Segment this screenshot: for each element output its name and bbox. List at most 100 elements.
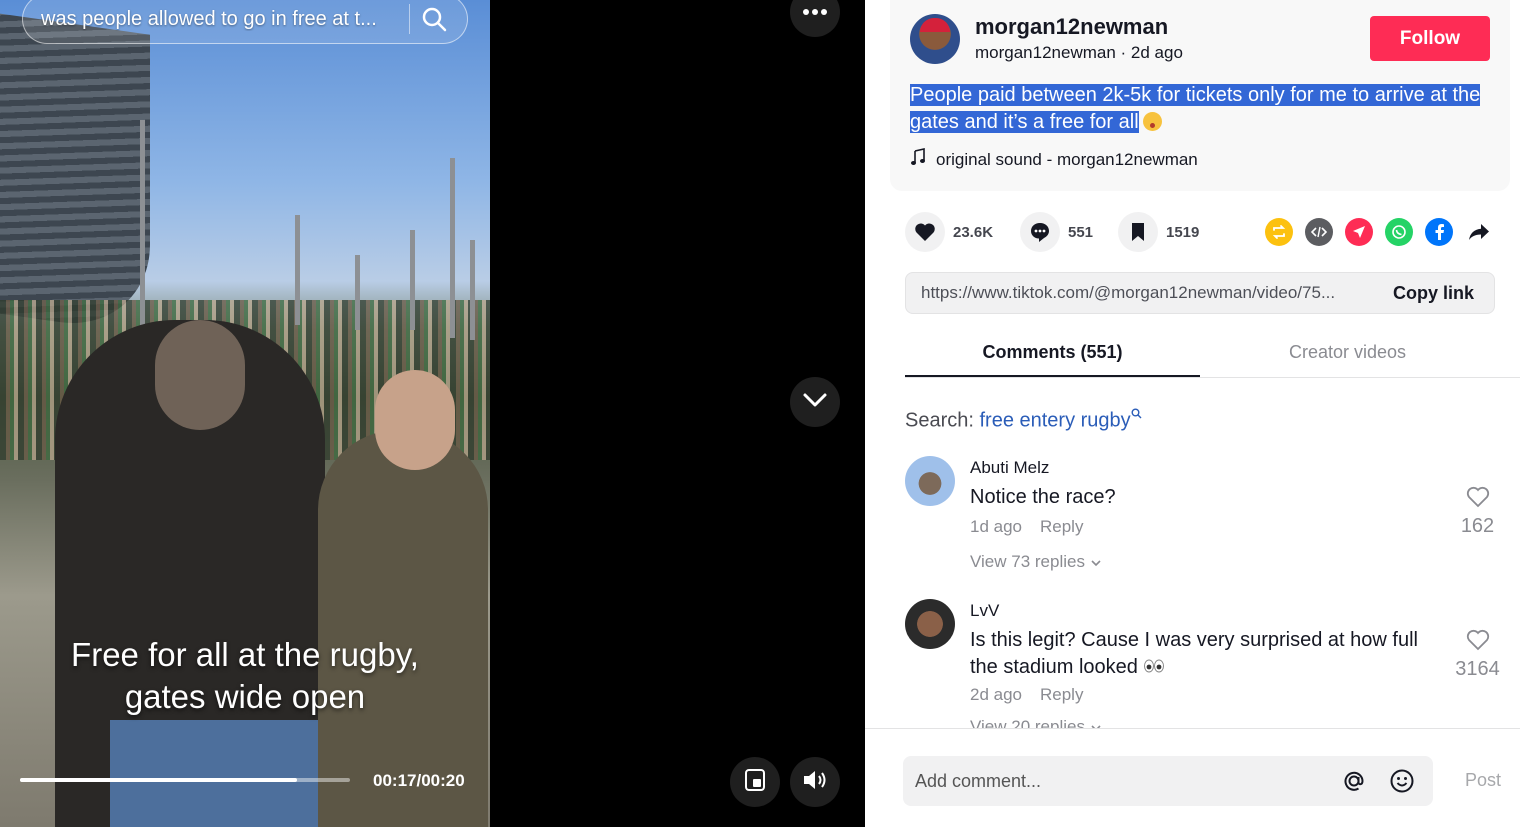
heart-icon[interactable] xyxy=(905,212,945,252)
commenter-name[interactable]: Abuti Melz xyxy=(970,458,1049,478)
light-pole xyxy=(410,230,415,330)
comment-item: LvV Is this legit? Cause I was very surp… xyxy=(905,599,1505,728)
author-username[interactable]: morgan12newman xyxy=(975,14,1168,40)
like-action[interactable]: 23.6K xyxy=(905,212,993,252)
comment-time: 2d ago xyxy=(970,685,1022,704)
video-search-bar[interactable]: was people allowed to go in free at t... xyxy=(22,0,468,44)
more-options-button[interactable] xyxy=(790,0,840,37)
flushed-face-icon xyxy=(1142,112,1162,131)
music-note-icon xyxy=(910,148,926,171)
post-card: morgan12newman morgan12newman · 2d ago F… xyxy=(890,0,1510,191)
comment-like-count: 3164 xyxy=(1455,658,1500,680)
next-video-button[interactable] xyxy=(790,377,840,427)
comment-input[interactable]: Add comment... xyxy=(903,756,1433,806)
comment-item: Abuti Melz Notice the race? 1d ago Reply … xyxy=(905,456,1505,586)
post-button[interactable]: Post xyxy=(1465,770,1501,791)
save-action[interactable]: 1519 xyxy=(1118,212,1199,252)
like-count: 23.6K xyxy=(953,223,994,241)
copy-link-button[interactable]: Copy link xyxy=(1393,283,1474,304)
related-search-term[interactable]: free entery rugby xyxy=(979,410,1130,432)
comment-input-placeholder[interactable]: Add comment... xyxy=(915,771,1330,792)
man-head xyxy=(155,320,245,430)
view-replies-button[interactable]: View 73 replies xyxy=(970,552,1102,572)
video-player[interactable]: was people allowed to go in free at t...… xyxy=(0,0,490,827)
light-pole xyxy=(140,120,145,330)
comment-composer: Add comment... Post xyxy=(865,728,1520,827)
post-description: People paid between 2k-5k for tickets on… xyxy=(910,82,1490,136)
light-pole xyxy=(295,215,300,325)
video-backdrop xyxy=(490,0,865,827)
copy-link-box: https://www.tiktok.com/@morgan12newman/v… xyxy=(905,272,1495,314)
comment-action[interactable]: 551 xyxy=(1020,212,1093,252)
man-head xyxy=(375,370,455,470)
comment-text: Notice the race? xyxy=(970,486,1116,508)
search-query[interactable]: was people allowed to go in free at t... xyxy=(41,8,401,31)
commenter-avatar[interactable] xyxy=(905,456,955,506)
whatsapp-icon[interactable] xyxy=(1385,218,1413,246)
light-pole xyxy=(355,255,360,330)
video-time: 00:17/00:20 xyxy=(373,771,465,790)
commenter-avatar[interactable] xyxy=(905,599,955,649)
volume-button[interactable] xyxy=(790,757,840,807)
comment-time: 1d ago xyxy=(970,517,1022,536)
comment-text: Is this legit? Cause I was very surprise… xyxy=(970,627,1440,681)
sound-name[interactable]: original sound - morgan12newman xyxy=(936,150,1198,170)
description-text: People paid between 2k-5k for tickets on… xyxy=(910,84,1481,133)
comment-meta: 2d ago Reply xyxy=(970,685,1083,705)
stadium-image xyxy=(0,5,150,335)
commenter-name[interactable]: LvV xyxy=(970,601,999,621)
comment-like[interactable]: 3164 xyxy=(1450,629,1505,681)
send-icon[interactable] xyxy=(1345,218,1373,246)
chevron-down-icon xyxy=(1090,717,1102,728)
chevron-down-icon xyxy=(1090,552,1102,571)
man-in-vest xyxy=(318,430,488,827)
save-count: 1519 xyxy=(1166,223,1200,241)
comment-like-count: 162 xyxy=(1460,515,1495,537)
progress-fill xyxy=(20,778,298,782)
comment-text-content: Is this legit? Cause I was very surprise… xyxy=(970,629,1418,678)
share-arrow-icon[interactable] xyxy=(1465,218,1493,246)
comment-meta: 1d ago Reply xyxy=(970,517,1083,537)
author-avatar[interactable] xyxy=(910,14,960,64)
mini-player-icon xyxy=(744,768,766,797)
jeans xyxy=(110,720,320,827)
progress-bar[interactable] xyxy=(20,778,350,782)
video-caption: Free for all at the rugby, gates wide op… xyxy=(0,634,490,718)
heart-outline-icon[interactable] xyxy=(1466,629,1490,655)
embed-icon[interactable] xyxy=(1305,218,1333,246)
reply-button[interactable]: Reply xyxy=(1040,517,1083,536)
view-replies-label[interactable]: View 73 replies xyxy=(970,552,1085,571)
search-icon[interactable] xyxy=(1131,404,1142,423)
search-icon[interactable] xyxy=(410,0,458,39)
caption-line: Free for all at the rugby, xyxy=(71,636,419,673)
comment-count: 551 xyxy=(1068,223,1094,241)
view-replies-label[interactable]: View 20 replies xyxy=(970,717,1085,728)
mention-icon[interactable] xyxy=(1330,768,1378,794)
comment-like[interactable]: 162 xyxy=(1450,486,1505,538)
eyes-icon xyxy=(1143,656,1165,678)
related-search: Search: free entery rugby xyxy=(905,404,1142,433)
bookmark-icon[interactable] xyxy=(1118,212,1158,252)
author-meta: morgan12newman · 2d ago xyxy=(975,43,1183,62)
follow-button[interactable]: Follow xyxy=(1370,16,1490,61)
light-pole xyxy=(470,240,475,340)
tab-creator-videos[interactable]: Creator videos xyxy=(1200,330,1495,377)
related-search-label: Search: xyxy=(905,409,980,432)
action-bar: 23.6K 551 1519 xyxy=(905,212,1505,252)
sound-link[interactable]: original sound - morgan12newman xyxy=(910,148,1198,171)
details-panel: morgan12newman morgan12newman · 2d ago F… xyxy=(865,0,1520,827)
view-replies-button[interactable]: View 20 replies xyxy=(970,717,1102,728)
repost-icon[interactable] xyxy=(1265,218,1293,246)
chevron-down-icon xyxy=(802,392,828,413)
heart-outline-icon[interactable] xyxy=(1466,486,1490,512)
reply-button[interactable]: Reply xyxy=(1040,685,1083,704)
video-url[interactable]: https://www.tiktok.com/@morgan12newman/v… xyxy=(921,283,1371,303)
tab-comments[interactable]: Comments (551) xyxy=(905,330,1200,377)
comment-bubble-icon[interactable] xyxy=(1020,212,1060,252)
facebook-icon[interactable] xyxy=(1425,218,1453,246)
mini-player-button[interactable] xyxy=(730,757,780,807)
volume-icon xyxy=(802,769,828,796)
comment-tabs: Comments (551) Creator videos xyxy=(905,330,1520,378)
emoji-icon[interactable] xyxy=(1378,768,1426,794)
light-pole xyxy=(450,158,455,338)
